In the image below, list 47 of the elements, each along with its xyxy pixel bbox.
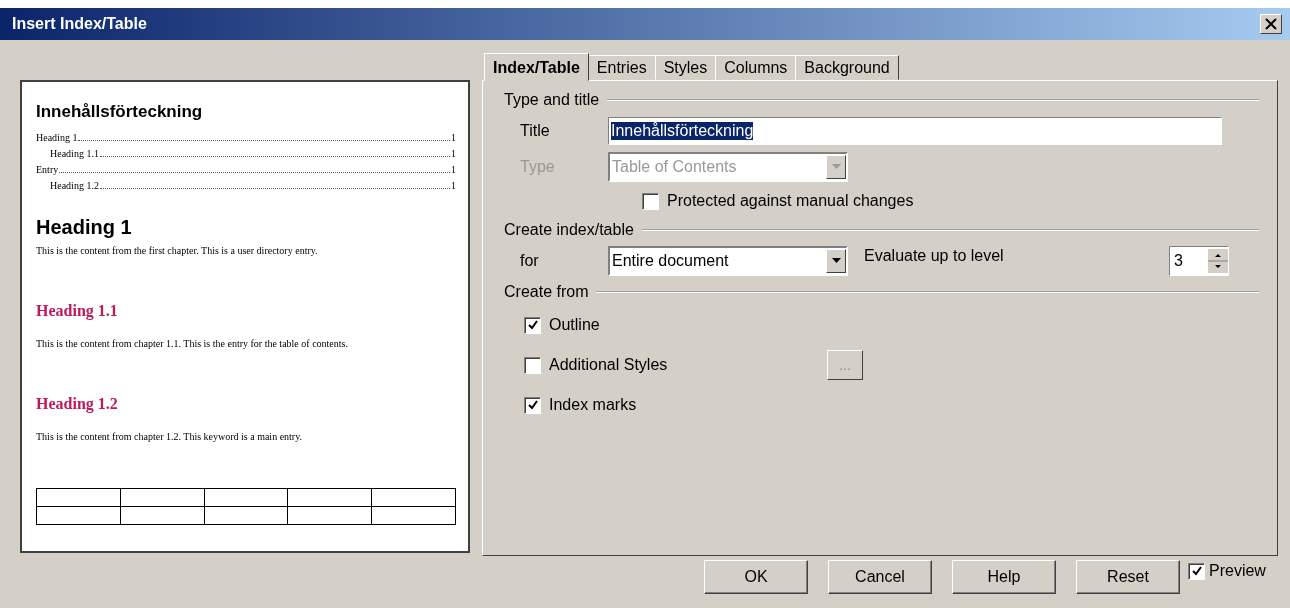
field-label: Type	[519, 158, 556, 176]
dialog-button[interactable]: Help	[952, 560, 1056, 594]
field-label: for	[519, 252, 540, 270]
tab[interactable]: Index/Table	[484, 53, 589, 81]
checkbox-label: Additional Styles	[549, 356, 669, 374]
scope-dropdown[interactable]: Entire document	[608, 246, 848, 276]
close-icon	[1265, 18, 1277, 30]
checkbox-label: Preview	[1209, 562, 1266, 580]
section-heading: Create index/table	[504, 221, 634, 239]
page-number: 1	[451, 163, 456, 177]
section-heading: Create from	[504, 283, 589, 301]
page-number: 1	[451, 147, 456, 161]
checkbox-label: Index marks	[549, 396, 638, 414]
dialog-button[interactable]: OK	[704, 560, 808, 594]
toc-entry: Heading 1	[36, 131, 78, 145]
page-number: 1	[451, 131, 456, 145]
field-label: Title	[519, 122, 551, 140]
paragraph: This is the content from chapter 1.1. This is the entry for the table of contents.	[36, 338, 349, 349]
toc-entry: Entry	[36, 163, 59, 177]
checkbox[interactable]	[524, 356, 541, 374]
close-button[interactable]	[1260, 14, 1282, 34]
checkbox[interactable]	[1188, 562, 1205, 580]
paragraph: This is the content from chapter 1.2. This keyword is a main entry.	[36, 431, 304, 442]
dialog-button[interactable]: Cancel	[828, 560, 932, 594]
checkbox-label: Outline	[549, 316, 601, 334]
toc-entry: Heading 1.2	[50, 179, 99, 193]
window-title: Insert Index/Table	[12, 15, 147, 33]
spin-arrows-icon	[1208, 249, 1228, 273]
dialog-button[interactable]: Reset	[1076, 560, 1180, 594]
heading: Heading 1.1	[36, 302, 119, 320]
page-number: 1	[451, 179, 456, 193]
paragraph: This is the content from the first chapter. This is a user directory entry.	[36, 245, 319, 256]
level-spinner[interactable]: 3	[1169, 246, 1229, 276]
toc-title: Innehållsförteckning	[36, 102, 204, 122]
toc-entry: Heading 1.1	[50, 147, 99, 161]
checkbox[interactable]	[524, 316, 541, 334]
checkbox[interactable]	[524, 396, 541, 414]
section-heading: Type and title	[504, 91, 600, 109]
tab[interactable]: Styles	[654, 55, 717, 80]
heading: Heading 1.2	[36, 395, 119, 413]
tab[interactable]: Background	[795, 55, 899, 80]
tab[interactable]: Columns	[715, 55, 797, 80]
heading: Heading 1	[36, 216, 133, 239]
checkbox-label: Protected against manual changes	[667, 192, 914, 210]
title-field[interactable]: Innehållsförteckning	[608, 117, 1222, 145]
checkbox[interactable]	[642, 192, 659, 210]
field-label: Evaluate up to level	[864, 247, 1005, 265]
